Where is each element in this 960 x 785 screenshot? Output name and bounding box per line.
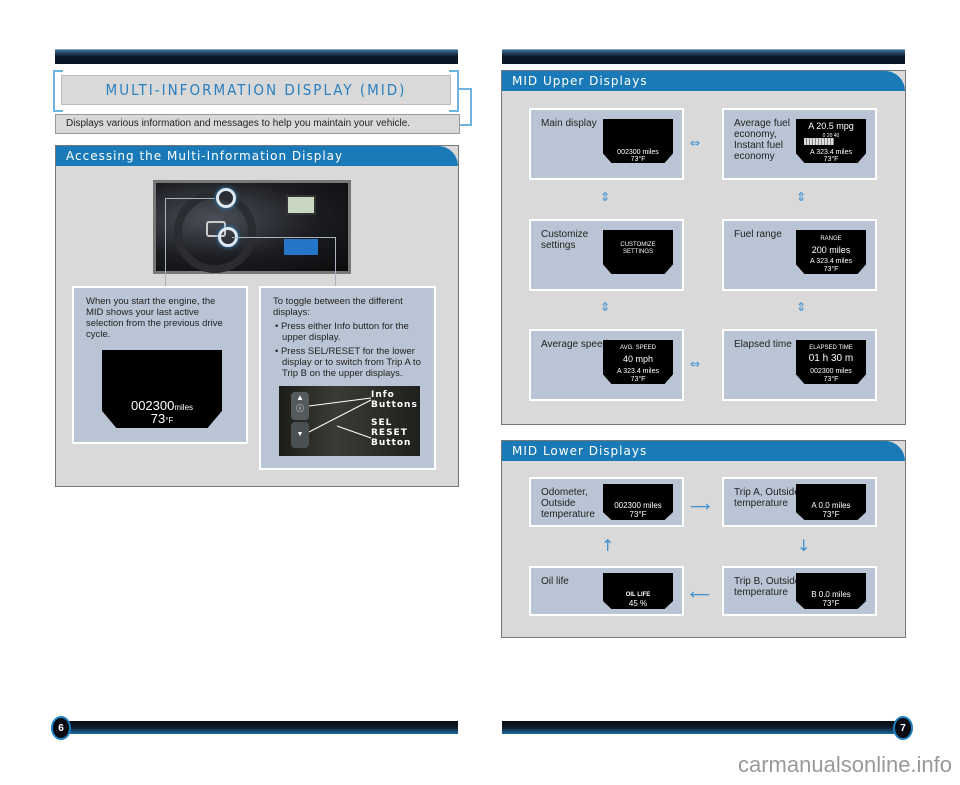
lcd-line: 73°F	[630, 376, 646, 383]
lcd-line: AVG. SPEED	[620, 345, 656, 351]
arrow-bidirectional-vertical: ⇕	[600, 300, 611, 314]
lcd-line: 200 miles	[811, 245, 851, 255]
card-label: Trip A, Outside temperature	[734, 487, 800, 509]
arrow-up: ↑	[601, 536, 615, 555]
lcd-line: RANGE	[820, 236, 842, 242]
page-title: MULTI-INFORMATION DISPLAY (MID)	[61, 75, 451, 105]
card-label: Oil life	[541, 576, 569, 587]
lcd-line: 45 %	[628, 599, 648, 608]
card-label: Main display	[541, 118, 597, 129]
lcd-oil-life: OIL LIFE 45 %	[603, 573, 673, 609]
card-label: Average speed	[541, 339, 609, 350]
lower-heading: MID Lower Displays	[502, 441, 905, 461]
lcd-temp: 73	[150, 411, 166, 426]
section-heading: Accessing the Multi-Information Display	[56, 146, 458, 166]
card-trip-a: Trip A, Outside temperature A 0.0 miles …	[722, 477, 877, 527]
start-engine-box: When you start the engine, the MID shows…	[72, 286, 248, 444]
mid-display-image: 002300miles 73°F	[102, 350, 222, 428]
lcd-line: 73°F	[823, 376, 839, 383]
mid-highlight-circle	[216, 188, 236, 208]
card-label: Average fuel economy, Instant fuel econo…	[734, 118, 790, 162]
lcd-trip-b: B 0.0 miles 73°F	[796, 573, 866, 609]
toggle-instructions-box: To toggle between the different displays…	[259, 286, 436, 470]
lcd-line: 40 mph	[622, 354, 654, 364]
lcd-fuel-range: RANGE 200 miles A 323.4 miles 73°F	[796, 230, 866, 274]
arrow-bidirectional-horizontal: ⇔	[690, 136, 701, 150]
callout-lines-photo	[308, 397, 372, 439]
dashboard-photo	[153, 180, 351, 274]
lcd-line: 01 h 30 m	[808, 353, 854, 364]
center-console-screen	[284, 239, 318, 255]
card-label: Elapsed time	[734, 339, 792, 350]
lcd-line: 73°F	[629, 510, 647, 519]
watermark: carmanualsonline.info	[738, 752, 953, 777]
card-label: Odometer, Outside temperature	[541, 487, 595, 520]
bullet-2: • Press SEL/RESET for the lower display …	[275, 346, 421, 379]
card-customize-settings: Customize settings CUSTOMIZE SETTINGS	[529, 219, 684, 291]
card-trip-b: Trip B, Outside temperature B 0.0 miles …	[722, 566, 877, 616]
card-average-speed: Average speed AVG. SPEED 40 mph A 323.4 …	[529, 329, 684, 401]
nav-screen-image	[286, 195, 316, 215]
bullet-1-text: Press either Info button for the upper d…	[280, 321, 409, 343]
lcd-line: 73°F	[822, 599, 840, 608]
intro-text: Displays various information and message…	[55, 114, 460, 134]
card-elapsed-time: Elapsed time ELAPSED TIME 01 h 30 m 0023…	[722, 329, 877, 401]
card-odometer: Odometer, Outside temperature 002300 mil…	[529, 477, 684, 527]
card-oil-life: Oil life OIL LIFE 45 %	[529, 566, 684, 616]
upper-heading: MID Upper Displays	[502, 71, 905, 91]
left-footer-bar	[58, 721, 458, 734]
arrow-bidirectional-horizontal: ⇔	[690, 357, 701, 371]
lcd-elapsed-time: ELAPSED TIME 01 h 30 m 002300 miles 73°F	[796, 340, 866, 384]
lcd-line: 73°F	[823, 156, 839, 163]
arrow-bidirectional-vertical: ⇕	[600, 190, 611, 204]
arrow-left: ⟵	[690, 587, 711, 603]
lcd-temp-line: 73°F	[102, 411, 222, 426]
start-engine-text: When you start the engine, the MID shows…	[86, 296, 223, 340]
callout-line-right-h	[232, 237, 335, 238]
card-fuel-range: Fuel range RANGE 200 miles A 323.4 miles…	[722, 219, 877, 291]
lcd-line: 73°F	[823, 266, 839, 273]
right-footer-bar	[502, 721, 900, 734]
toggle-intro: To toggle between the different displays…	[273, 296, 403, 318]
page-number-left: 6	[51, 716, 71, 740]
left-header-bar	[55, 49, 458, 64]
fuel-economy-bar	[804, 138, 834, 145]
card-main-display: Main display 002300 miles 73°F	[529, 108, 684, 180]
arrow-right: ⟶	[690, 499, 711, 515]
lcd-line: 73°F	[822, 510, 840, 519]
card-label: Trip B, Outside temperature	[734, 576, 801, 598]
bullet-2-text: Press SEL/RESET for the lower display or…	[280, 346, 421, 379]
lcd-line: 73°F	[630, 156, 646, 163]
lcd-odometer: 002300 miles 73°F	[603, 484, 673, 520]
card-fuel-economy: Average fuel economy, Instant fuel econo…	[722, 108, 877, 180]
lcd-fuel-economy: A 20.5 mpg 0 20 40 A 323.4 miles 73°F	[796, 119, 866, 163]
callout-line-right-v	[335, 237, 336, 286]
lcd-line: SETTINGS	[622, 249, 653, 255]
callout-line-left-h	[165, 198, 215, 199]
bullet-1: • Press either Info button for the upper…	[275, 321, 409, 343]
callout-line-left-v	[165, 198, 166, 286]
card-label: Fuel range	[734, 229, 782, 240]
page-number-right: 7	[893, 716, 913, 740]
lcd-main-display: 002300 miles 73°F	[603, 119, 673, 163]
arrow-down: ↓	[797, 536, 811, 555]
lcd-average-speed: AVG. SPEED 40 mph A 323.4 miles 73°F	[603, 340, 673, 384]
arrow-bidirectional-vertical: ⇕	[796, 190, 807, 204]
lcd-trip-a: A 0.0 miles 73°F	[796, 484, 866, 520]
arrow-bidirectional-vertical: ⇕	[796, 300, 807, 314]
lcd-customize-settings: CUSTOMIZE SETTINGS	[603, 230, 673, 274]
lcd-odometer-unit: miles	[174, 403, 194, 412]
steering-buttons-photo: ▲ ⓘ ▼ Info Buttons SEL RESET Button	[279, 386, 420, 456]
card-label: Customize settings	[541, 229, 589, 251]
lcd-temp-unit: °F	[165, 416, 174, 425]
right-header-bar	[502, 49, 905, 64]
